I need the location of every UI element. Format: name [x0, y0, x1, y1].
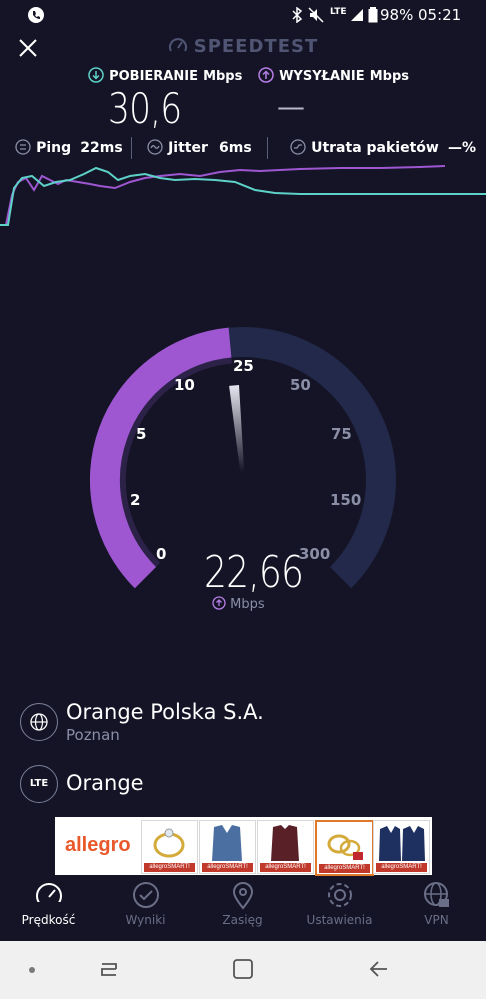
battery-level: 98%	[380, 6, 414, 24]
signal-icon	[351, 9, 363, 21]
nav-item-vpn[interactable]: VPN	[388, 880, 485, 940]
check-circle-icon	[132, 882, 159, 908]
home-dot-icon	[29, 967, 35, 973]
ad-product-jacket[interactable]: allegroSMART!	[199, 820, 256, 874]
gear-icon	[327, 883, 352, 907]
jitter-label: Jitter	[168, 140, 208, 156]
map-pin-icon	[232, 882, 253, 910]
status-bar: LTE 98% 05:21	[0, 0, 486, 30]
download-graph-line	[0, 166, 486, 226]
divider	[131, 137, 132, 159]
battery-icon	[368, 7, 378, 23]
network-operator[interactable]: Orange	[66, 771, 144, 795]
download-value: 30,6	[108, 84, 182, 133]
jitter-metric: Jitter 6ms	[147, 137, 252, 156]
lte-badge: LTE	[20, 765, 58, 803]
ad-banner[interactable]: allegro allegroSMART! allegroSMART! alle…	[55, 817, 432, 876]
bottom-nav: Prędkość Wyniki Zasięg Ustawienia VPN	[0, 880, 486, 940]
nav-item-coverage[interactable]: Zasięg	[194, 880, 291, 940]
speed-graph	[0, 165, 486, 226]
ad-tag: allegroSMART!	[260, 863, 311, 872]
gauge-current-value: 22,66	[204, 547, 304, 598]
gauge-unit-text: Mbps	[230, 597, 265, 612]
download-header: POBIERANIE Mbps	[88, 65, 242, 84]
nav-label: VPN	[424, 913, 449, 927]
upload-graph-line	[0, 165, 446, 226]
nav-item-settings[interactable]: Ustawienia	[291, 880, 388, 940]
download-arrow-icon	[88, 67, 104, 83]
network-type-label: LTE	[330, 7, 347, 17]
gauge-tick-5: 5	[136, 425, 147, 443]
nav-item-results[interactable]: Wyniki	[97, 880, 194, 940]
nav-label: Ustawienia	[306, 913, 373, 927]
gauge-tick-150: 150	[330, 491, 362, 509]
gauge-tick-10: 10	[174, 376, 195, 394]
gauge-tick-300: 300	[299, 545, 331, 563]
mute-icon	[308, 7, 324, 23]
packet-loss-label: Utrata pakietów	[311, 140, 439, 156]
ad-product-ring[interactable]: allegroSMART!	[141, 820, 198, 874]
jitter-value: 6ms	[218, 140, 252, 156]
gauge-tick-25: 25	[233, 357, 254, 375]
upload-arrow-icon	[258, 67, 274, 83]
ping-metric: Ping 22ms	[15, 137, 123, 156]
packet-loss-icon	[290, 139, 306, 155]
home-icon[interactable]	[232, 958, 254, 980]
ad-brand-logo: allegro	[65, 834, 131, 856]
gauge-unit: Mbps	[212, 596, 265, 612]
bluetooth-icon	[292, 7, 303, 23]
system-nav-bar	[0, 941, 486, 999]
ping-icon	[15, 139, 31, 155]
recent-apps-icon[interactable]	[98, 958, 120, 980]
ping-label: Ping	[36, 140, 72, 156]
gauge-tick-75: 75	[331, 425, 352, 443]
upload-header: WYSYŁANIE Mbps	[258, 65, 409, 84]
ad-tag: allegroSMART!	[144, 863, 195, 872]
back-icon[interactable]	[368, 958, 390, 980]
jitter-icon	[147, 139, 163, 155]
speedtest-logo-icon	[168, 38, 187, 52]
upload-arrow-small-icon	[212, 596, 226, 610]
server-globe-badge	[20, 703, 58, 741]
speedometer-icon	[35, 883, 62, 910]
ad-tag: allegroSMART!	[376, 863, 427, 872]
packet-loss-metric: Utrata pakietów —%	[290, 137, 476, 156]
app-title-text: SPEEDTEST	[193, 36, 319, 57]
packet-loss-value: —%	[447, 140, 476, 156]
nav-label: Zasięg	[222, 913, 263, 927]
ad-tag: allegroSMART!	[319, 864, 370, 873]
nav-item-speed[interactable]: Prędkość	[0, 880, 97, 940]
gauge-tick-50: 50	[290, 376, 311, 394]
ping-value: 22ms	[80, 140, 123, 156]
ad-product-suits[interactable]: allegroSMART!	[373, 820, 430, 874]
globe-icon	[30, 713, 48, 731]
ad-tag: allegroSMART!	[202, 863, 253, 872]
nav-label: Prędkość	[21, 913, 76, 927]
upload-label: WYSYŁANIE	[279, 69, 365, 84]
server-location[interactable]: Poznan	[66, 726, 120, 744]
app-title: SPEEDTEST	[0, 36, 486, 57]
download-unit: Mbps	[203, 69, 243, 84]
provider-name[interactable]: Orange Polska S.A.	[66, 700, 264, 724]
upload-value: —	[277, 90, 305, 123]
gauge-needle	[229, 385, 245, 473]
gauge-tick-0: 0	[156, 545, 167, 563]
divider	[267, 137, 268, 159]
clock: 05:21	[418, 6, 462, 24]
gauge-tick-2: 2	[130, 491, 141, 509]
download-label: POBIERANIE	[109, 69, 198, 84]
upload-unit: Mbps	[369, 69, 410, 84]
nav-label: Wyniki	[125, 913, 166, 927]
ad-product-sweater[interactable]: allegroSMART!	[257, 820, 314, 874]
globe-lock-icon	[423, 882, 449, 907]
phone-call-icon	[28, 7, 44, 23]
ad-product-rings[interactable]: allegroSMART!	[315, 820, 374, 876]
